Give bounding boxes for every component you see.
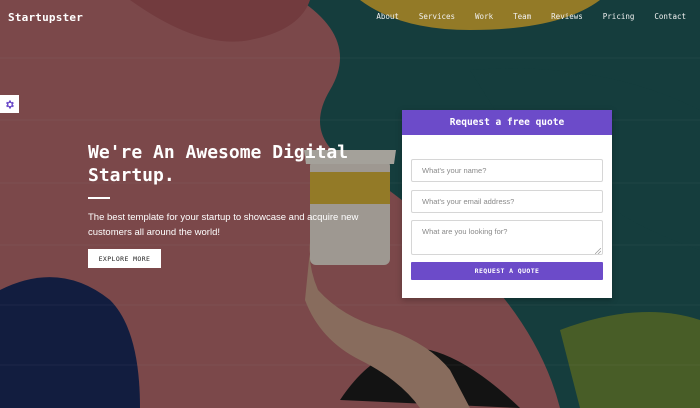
message-field[interactable] [411, 220, 603, 255]
hero-subtitle: The best template for your startup to sh… [88, 212, 359, 238]
nav-link-about[interactable]: About [376, 12, 399, 21]
hero-title: We're An Awesome Digital Startup. [88, 142, 349, 186]
nav-link-pricing[interactable]: Pricing [603, 12, 635, 21]
request-quote-button[interactable]: REQUEST A QUOTE [411, 262, 603, 280]
brand-logo[interactable]: Startupster [8, 11, 83, 24]
nav-menu: About Services Work Team Reviews Pricing… [356, 12, 686, 21]
explore-more-button[interactable]: EXPLORE MORE [88, 249, 161, 268]
gear-icon [6, 100, 14, 108]
quote-form-title: Request a free quote [402, 110, 612, 135]
email-field[interactable] [411, 190, 603, 213]
settings-toggle-button[interactable] [0, 95, 19, 113]
nav-link-reviews[interactable]: Reviews [551, 12, 583, 21]
top-navbar: Startupster About Services Work Team Rev… [0, 0, 700, 36]
nav-link-contact[interactable]: Contact [654, 12, 686, 21]
hero-divider [88, 197, 110, 199]
quote-form-card: Request a free quote REQUEST A QUOTE [402, 110, 612, 298]
nav-link-team[interactable]: Team [513, 12, 531, 21]
resize-grip-icon[interactable] [595, 248, 601, 254]
nav-link-services[interactable]: Services [419, 12, 455, 21]
name-field[interactable] [411, 159, 603, 182]
nav-link-work[interactable]: Work [475, 12, 493, 21]
